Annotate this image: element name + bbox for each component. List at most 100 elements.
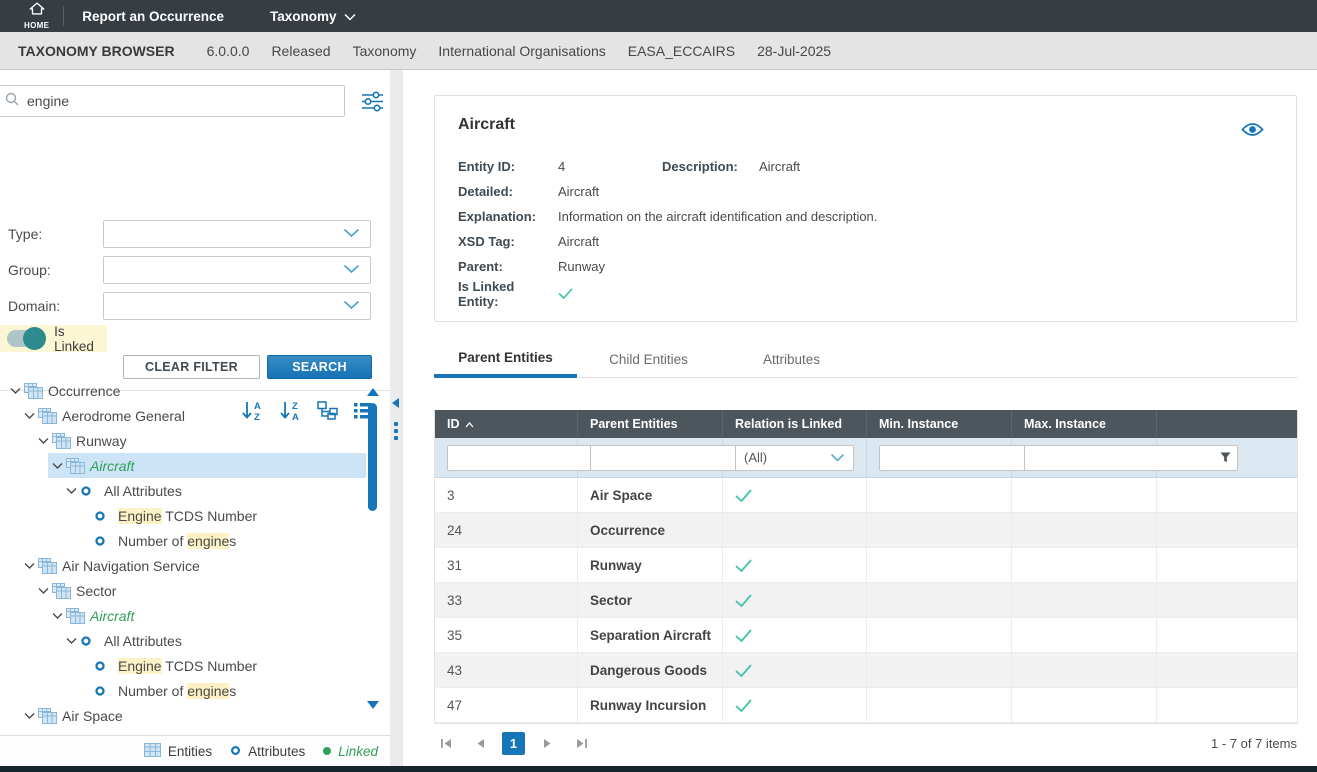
table-row[interactable]: 47Runway Incursion (435, 688, 1297, 723)
attribute-icon (94, 510, 118, 522)
attribute-icon (94, 685, 118, 697)
breadcrumb-organisation[interactable]: International Organisations (438, 43, 605, 59)
is-linked-toggle[interactable] (7, 330, 44, 347)
column-header-min-instance[interactable]: Min. Instance (867, 410, 1012, 438)
chevron-down-icon[interactable] (62, 637, 80, 645)
tree-item[interactable]: Aircraft (48, 453, 366, 478)
tree-item[interactable]: Sector (34, 578, 366, 603)
cell-max-instance (1012, 618, 1157, 652)
previous-page-icon[interactable] (468, 731, 492, 755)
scroll-down-icon[interactable] (367, 701, 379, 709)
tab-parent-entities[interactable]: Parent Entities (434, 340, 577, 378)
linked-filter-select[interactable]: (All) (735, 445, 854, 471)
home-label: HOME (24, 21, 49, 30)
tree-item[interactable]: Occurrence (6, 378, 366, 403)
table-row[interactable]: 31Runway (435, 548, 1297, 583)
table-row[interactable]: 33Sector (435, 583, 1297, 618)
nav-report-occurrence[interactable]: Report an Occurrence (82, 9, 224, 24)
breadcrumb-taxonomy-name[interactable]: EASA_ECCAIRS (628, 43, 735, 59)
check-icon (723, 583, 867, 617)
chevron-down-icon (343, 261, 360, 279)
explanation-label: Explanation: (458, 209, 558, 224)
cell-min-instance (867, 688, 1012, 722)
version-label: 6.0.0.0 (207, 43, 250, 59)
main-area: Type: Group: Domain: Is Linked CLEAR FIL… (0, 70, 1317, 766)
tree-item[interactable]: Number of engines (76, 678, 366, 703)
column-header-id[interactable]: ID (435, 410, 578, 438)
tab-attributes[interactable]: Attributes (720, 340, 863, 378)
tree-item[interactable]: Air Space (20, 703, 366, 728)
tree-item-label: Engine TCDS Number (118, 508, 257, 524)
column-header-parent-entities[interactable]: Parent Entities (578, 410, 723, 438)
entity-details-card: Aircraft Entity ID: 4 Description: Aircr… (434, 95, 1297, 322)
chevron-down-icon[interactable] (48, 612, 66, 620)
tree-item[interactable]: Aerodrome General (20, 403, 366, 428)
tree-item[interactable]: Aircraft (48, 603, 366, 628)
check-icon (723, 688, 867, 722)
cell-max-instance (1012, 653, 1157, 687)
tab-child-entities[interactable]: Child Entities (577, 340, 720, 378)
scrollbar-thumb[interactable] (368, 403, 377, 511)
tree-item[interactable]: Air Navigation Service (20, 553, 366, 578)
advanced-filter-button[interactable] (361, 90, 384, 118)
tree-item[interactable]: All Attributes (62, 478, 366, 503)
home-button[interactable]: HOME (24, 2, 49, 30)
cell-id: 35 (435, 618, 578, 652)
cell-id: 24 (435, 513, 578, 547)
type-select[interactable] (103, 220, 371, 248)
tree-item-label: Number of engines (118, 533, 236, 549)
filter-row-domain: Domain: (0, 292, 371, 320)
cell-parent-entity: Runway Incursion (578, 688, 723, 722)
page-number-button[interactable]: 1 (502, 732, 525, 755)
group-select[interactable] (103, 256, 371, 284)
tree-item[interactable]: Engine TCDS Number (76, 653, 366, 678)
chevron-down-icon[interactable] (20, 712, 38, 720)
sort-asc-icon (465, 417, 474, 431)
breadcrumb-taxonomy[interactable]: Taxonomy (353, 43, 417, 59)
nav-taxonomy-menu[interactable]: Taxonomy (270, 9, 356, 24)
search-button[interactable]: SEARCH (267, 355, 372, 379)
table-row[interactable]: 24Occurrence (435, 513, 1297, 548)
column-header-max-instance[interactable]: Max. Instance (1012, 410, 1157, 438)
cell-id: 47 (435, 688, 578, 722)
cell-id: 3 (435, 478, 578, 512)
chevron-down-icon[interactable] (48, 462, 66, 470)
next-page-icon[interactable] (535, 731, 559, 755)
entity-icon (38, 408, 62, 424)
home-icon (28, 2, 46, 20)
chevron-down-icon[interactable] (6, 387, 24, 395)
chevron-down-icon[interactable] (34, 437, 52, 445)
column-header-relation-is-linked[interactable]: Relation is Linked (723, 410, 867, 438)
tree-item[interactable]: All Attributes (62, 628, 366, 653)
chevron-down-icon[interactable] (62, 487, 80, 495)
chevron-down-icon[interactable] (20, 412, 38, 420)
chevron-down-icon[interactable] (20, 562, 38, 570)
table-row[interactable]: 35Separation Aircraft (435, 618, 1297, 653)
domain-select[interactable] (103, 292, 371, 320)
tree-item[interactable]: Runway (34, 428, 366, 453)
detailed-label: Detailed: (458, 184, 558, 199)
chevron-down-icon[interactable] (34, 587, 52, 595)
table-body: 3Air Space24Occurrence31Runway33Sector35… (435, 478, 1297, 723)
chevron-down-icon (830, 450, 845, 465)
check-icon (723, 653, 867, 687)
panel-splitter[interactable] (390, 70, 403, 766)
tree-item-label: Aircraft (90, 458, 134, 474)
cell-max-instance (1012, 583, 1157, 617)
detailed-value: Aircraft (558, 184, 1273, 199)
entity-id-label: Entity ID: (458, 159, 558, 174)
entity-icon (38, 558, 62, 574)
top-navigation-bar: HOME Report an Occurrence Taxonomy (0, 0, 1317, 32)
scroll-up-icon[interactable] (367, 388, 379, 396)
search-input[interactable] (27, 93, 307, 109)
splitter-grip[interactable] (394, 422, 398, 440)
tree-item[interactable]: Engine TCDS Number (76, 503, 366, 528)
table-row[interactable]: 43Dangerous Goods (435, 653, 1297, 688)
tree-item[interactable]: Number of engines (76, 528, 366, 553)
eye-icon[interactable] (1241, 122, 1264, 142)
last-page-icon[interactable] (569, 731, 593, 755)
table-row[interactable]: 3Air Space (435, 478, 1297, 513)
collapse-panel-icon[interactable] (392, 398, 399, 408)
clear-filter-button[interactable]: CLEAR FILTER (123, 355, 260, 379)
first-page-icon[interactable] (434, 731, 458, 755)
